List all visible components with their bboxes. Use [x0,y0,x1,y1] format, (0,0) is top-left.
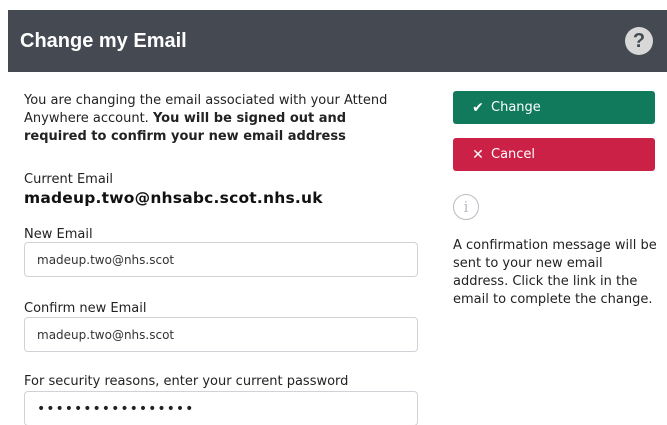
email-form: You are changing the email associated wi… [24,92,424,425]
current-email-value: madeup.two@nhsabc.scot.nhs.uk [24,189,323,207]
info-message: A confirmation message will be sent to y… [453,238,657,307]
info-circle-icon: i [453,194,479,220]
new-email-field[interactable] [24,242,418,277]
confirm-email-label: Confirm new Email [24,301,147,316]
checkmark-icon: ✔ [472,99,484,116]
dialog-title: Change my Email [20,29,187,52]
close-icon: ✕ [472,146,484,163]
password-field[interactable] [24,391,418,425]
change-button[interactable]: ✔ Change [453,91,655,124]
confirm-email-field[interactable] [24,317,418,352]
intro-text: You are changing the email associated wi… [24,92,399,146]
current-email-label: Current Email [24,172,114,187]
change-button-label: Change [491,100,541,115]
cancel-button-label: Cancel [491,147,536,162]
password-label: For security reasons, enter your current… [24,374,349,389]
question-circle-icon[interactable]: ? [625,27,653,55]
dialog-header: Change my Email ? [8,10,667,72]
cancel-button[interactable]: ✕ Cancel [453,138,655,171]
new-email-label: New Email [24,227,93,242]
